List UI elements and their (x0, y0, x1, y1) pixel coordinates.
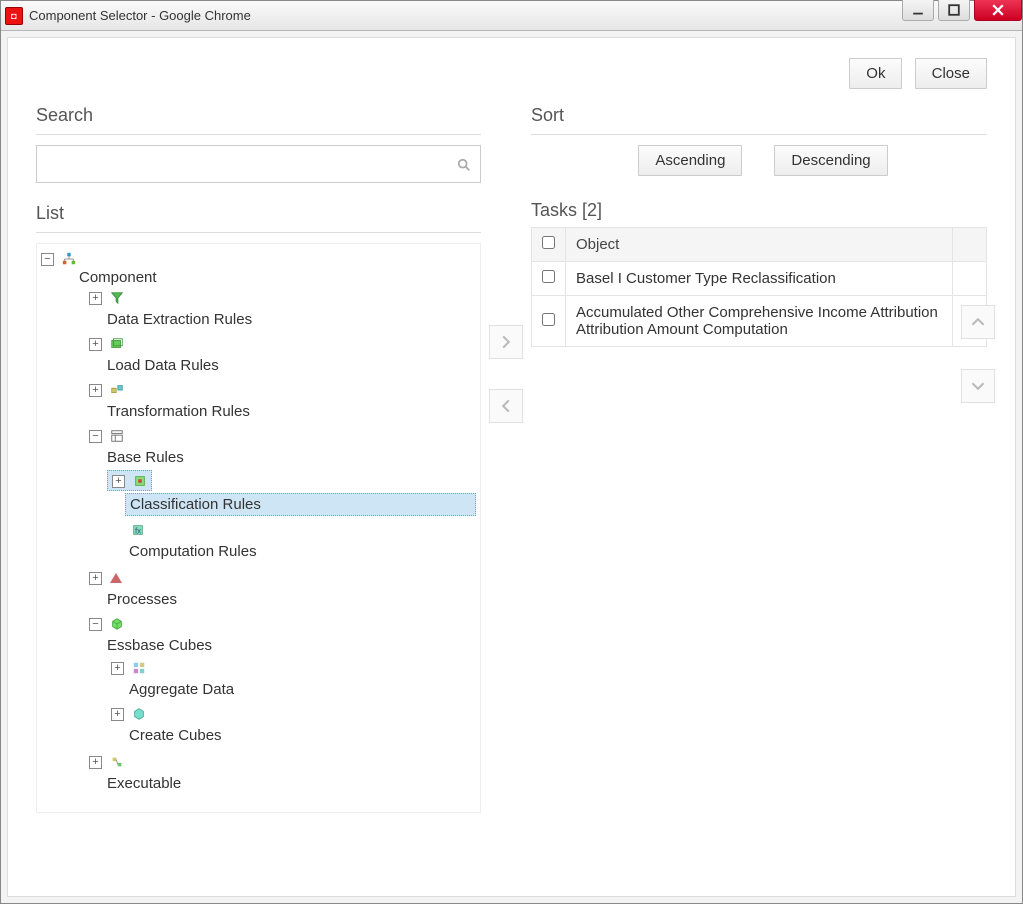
tree-label: Computation Rules (125, 541, 476, 562)
tree-transformation[interactable]: + Transformation Rules (85, 378, 476, 424)
collapse-icon[interactable]: − (89, 430, 102, 443)
tree-root[interactable]: − Component + (41, 248, 476, 800)
window-title: Component Selector - Google Chrome (29, 8, 251, 23)
chevron-right-icon (499, 335, 513, 349)
expand-icon[interactable]: + (89, 292, 102, 305)
sort-title: Sort (531, 105, 987, 126)
descending-button[interactable]: Descending (774, 145, 887, 176)
select-all-checkbox[interactable] (542, 236, 555, 249)
expand-icon[interactable]: + (89, 384, 102, 397)
content-scroll[interactable]: Ok Close Search List (7, 37, 1016, 897)
computation-icon: fx (131, 523, 145, 537)
expand-icon[interactable]: + (89, 572, 102, 585)
action-header (953, 228, 987, 262)
tree-label: Base Rules (103, 447, 476, 468)
hierarchy-icon (62, 252, 76, 266)
svg-text:fx: fx (135, 527, 141, 536)
cube-icon (110, 617, 124, 631)
tree-label: Transformation Rules (103, 401, 476, 422)
list-title: List (36, 203, 481, 224)
chevron-left-icon (499, 399, 513, 413)
search-input[interactable] (37, 146, 448, 182)
window-titlebar: ◘ Component Selector - Google Chrome (1, 1, 1022, 31)
rules-icon (110, 429, 124, 443)
minimize-button[interactable] (902, 0, 934, 21)
create-cube-icon (132, 707, 146, 721)
tree-label: Classification Rules (125, 493, 476, 516)
close-button[interactable]: Close (915, 58, 987, 89)
component-tree: − Component + (37, 244, 480, 804)
reorder-buttons (961, 305, 995, 403)
object-cell: Basel I Customer Type Reclassification (566, 262, 953, 296)
object-header[interactable]: Object (566, 228, 953, 262)
tree-component[interactable]: Component + Data Extraction Rules (63, 267, 476, 798)
search-box (36, 145, 481, 183)
tree-base-rules[interactable]: − Base Rules + (85, 424, 476, 566)
content-outer: Ok Close Search List (1, 31, 1022, 903)
expand-icon[interactable]: + (89, 338, 102, 351)
top-actions: Ok Close (36, 58, 987, 89)
maximize-button[interactable] (938, 0, 970, 21)
main-panel: Ok Close Search List (8, 38, 1015, 833)
move-right-button[interactable] (489, 325, 523, 359)
tree-label: Essbase Cubes (103, 635, 476, 656)
tree-label: Load Data Rules (103, 355, 476, 376)
expand-icon[interactable]: + (112, 475, 125, 488)
tree-aggregate[interactable]: + Aggregate Data (107, 656, 476, 702)
search-title: Search (36, 105, 481, 126)
load-icon (110, 337, 124, 351)
expand-icon[interactable]: + (89, 756, 102, 769)
tree-classification[interactable]: + Classification Rules (107, 468, 476, 518)
select-all-header[interactable] (532, 228, 566, 262)
aggregate-icon (132, 661, 146, 675)
ok-button[interactable]: Ok (849, 58, 902, 89)
app-icon: ◘ (5, 7, 23, 25)
transfer-column (481, 105, 531, 813)
executable-icon (110, 755, 124, 769)
chevron-down-icon (971, 379, 985, 393)
tree-label: Processes (103, 589, 476, 610)
tree-label: Data Extraction Rules (103, 309, 476, 330)
tree-label: Executable (103, 773, 476, 794)
tree-processes[interactable]: + Processes (85, 566, 476, 612)
tree-executable[interactable]: + Executable (85, 750, 476, 796)
tasks-table: Object Basel I Customer Type Reclassific… (531, 227, 987, 347)
row-action (953, 262, 987, 296)
move-up-button[interactable] (961, 305, 995, 339)
row-checkbox[interactable] (542, 270, 555, 283)
tree-computation[interactable]: fx Computation Rules (107, 518, 476, 564)
tree-essbase[interactable]: − Essbase Cubes + (85, 612, 476, 750)
tree-container[interactable]: − Component + (36, 243, 481, 813)
move-down-button[interactable] (961, 369, 995, 403)
ascending-button[interactable]: Ascending (638, 145, 742, 176)
expand-icon[interactable]: + (111, 662, 124, 675)
classification-icon (133, 474, 147, 488)
tree-data-extraction[interactable]: + Data Extraction Rules (85, 286, 476, 332)
close-window-button[interactable] (974, 0, 1022, 21)
move-left-button[interactable] (489, 389, 523, 423)
collapse-icon[interactable]: − (89, 618, 102, 631)
row-checkbox[interactable] (542, 313, 555, 326)
tasks-title: Tasks [2] (531, 200, 987, 221)
funnel-icon (110, 291, 124, 305)
chevron-up-icon (971, 315, 985, 329)
window-buttons (902, 0, 1022, 21)
tree-label: Aggregate Data (125, 679, 476, 700)
sort-buttons: Ascending Descending (531, 145, 987, 176)
transform-icon (110, 383, 124, 397)
search-icon[interactable] (448, 154, 480, 175)
expand-icon[interactable]: + (111, 708, 124, 721)
left-column: Search List − (36, 105, 481, 813)
right-column: Sort Ascending Descending Tasks [2] Obje… (531, 105, 987, 813)
tree-load-data[interactable]: + Load Data Rules (85, 332, 476, 378)
tree-label: Create Cubes (125, 725, 476, 746)
table-row[interactable]: Accumulated Other Comprehensive Income A… (532, 296, 987, 347)
collapse-icon[interactable]: − (41, 253, 54, 266)
object-cell: Accumulated Other Comprehensive Income A… (566, 296, 953, 347)
process-icon (110, 573, 122, 583)
table-row[interactable]: Basel I Customer Type Reclassification (532, 262, 987, 296)
tree-create-cubes[interactable]: + Create Cubes (107, 702, 476, 748)
tree-label: Component (79, 269, 157, 286)
